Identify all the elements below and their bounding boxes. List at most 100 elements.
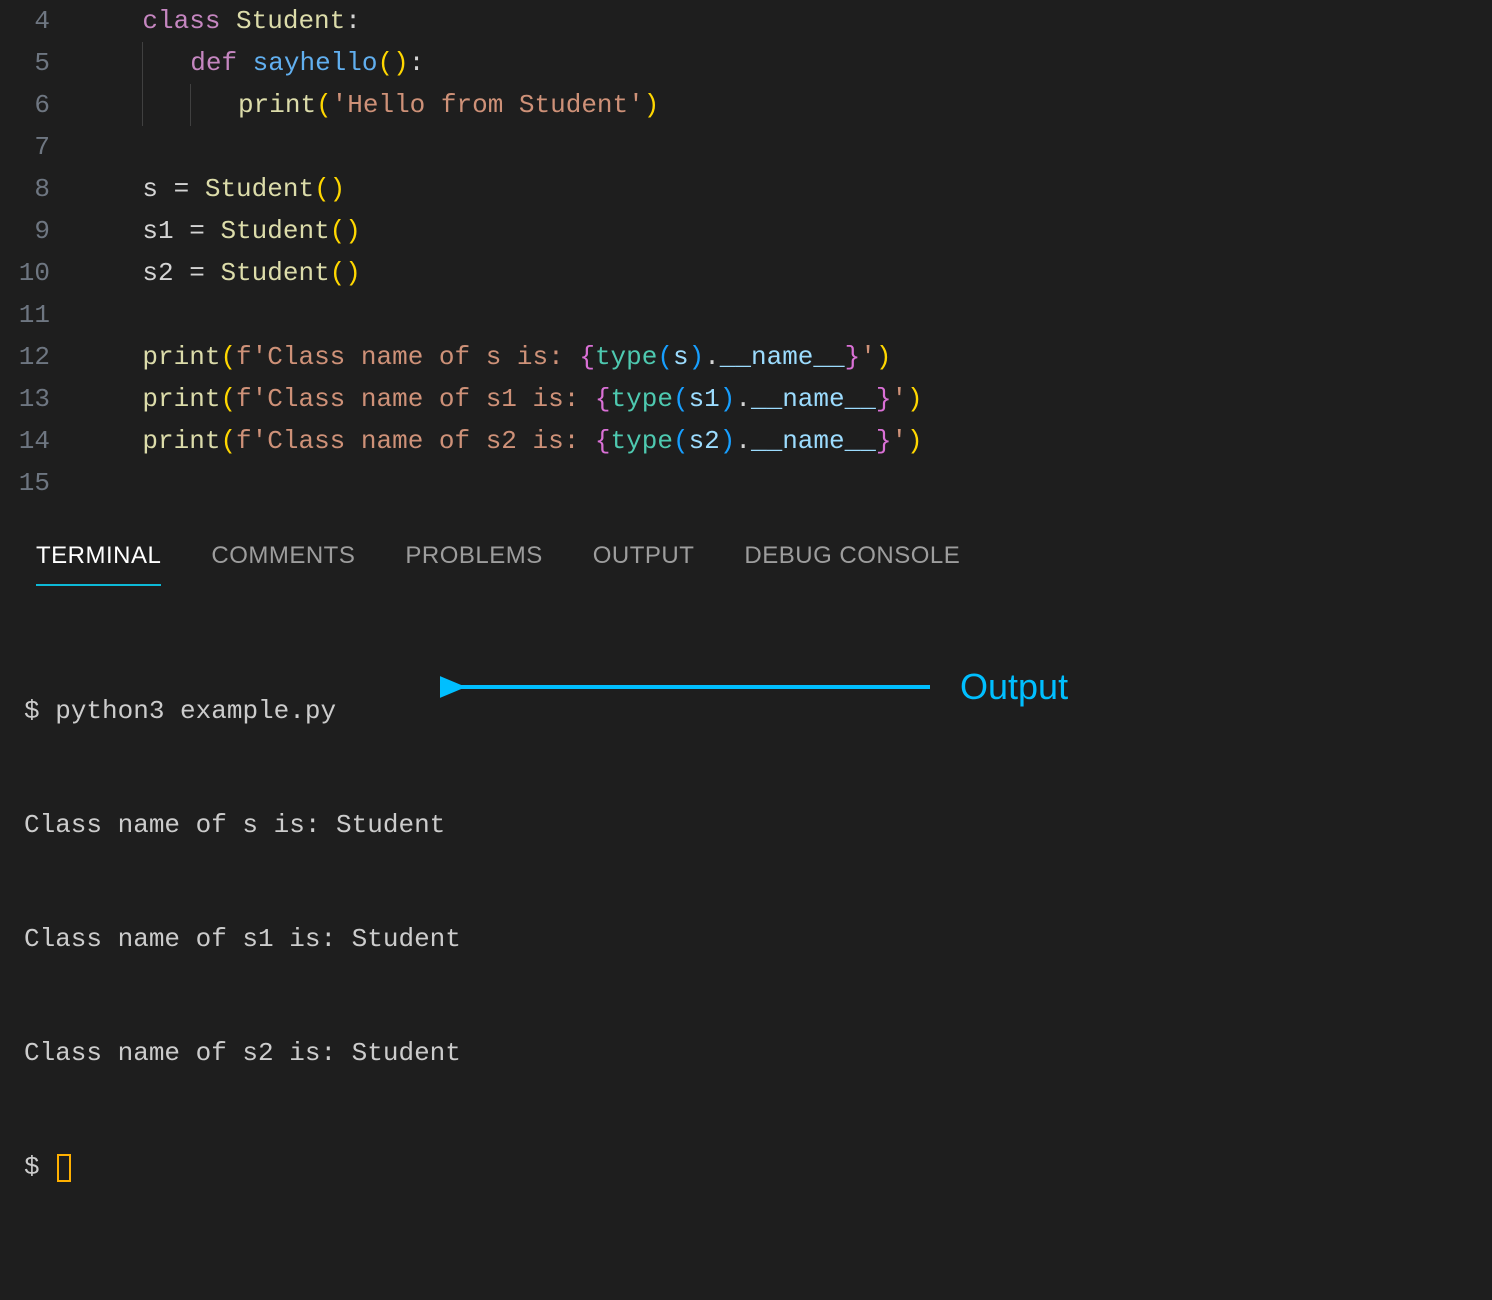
keyword-class: class	[142, 6, 220, 36]
paren-close: )	[720, 426, 736, 456]
colon: :	[345, 6, 361, 36]
paren-open: (	[220, 426, 236, 456]
tab-problems[interactable]: PROBLEMS	[405, 542, 542, 586]
code-line[interactable]: 14 print(f'Class name of s2 is: {type(s2…	[0, 420, 1492, 462]
variable: s1	[142, 216, 173, 246]
variable: s	[142, 174, 158, 204]
code-editor[interactable]: 4 class Student: 5 def sayhello(): 6 pri…	[0, 0, 1492, 504]
terminal-command: python3 example.py	[55, 696, 336, 726]
terminal-panel[interactable]: $ python3 example.py Class name of s is:…	[0, 586, 1492, 1300]
quote: '	[252, 426, 268, 456]
brace-open: {	[595, 426, 611, 456]
builtin-type: type	[611, 384, 673, 414]
code-line[interactable]: 9 s1 = Student()	[0, 210, 1492, 252]
line-number: 13	[0, 378, 80, 420]
code-line[interactable]: 6 print('Hello from Student')	[0, 84, 1492, 126]
code-line[interactable]: 15	[0, 462, 1492, 504]
paren-close: )	[644, 90, 660, 120]
annotation-output: Output	[440, 668, 1068, 706]
classname: Student	[236, 6, 345, 36]
paren-close: )	[330, 174, 346, 204]
operator-eq: =	[174, 216, 221, 246]
paren-open: (	[673, 426, 689, 456]
tab-comments[interactable]: COMMENTS	[211, 542, 355, 586]
paren-close: )	[345, 216, 361, 246]
line-number: 6	[0, 84, 80, 126]
string-literal: Class name of s1 is:	[267, 384, 595, 414]
string-literal: 'Hello from Student'	[332, 90, 644, 120]
operator-eq: =	[158, 174, 205, 204]
tab-terminal[interactable]: TERMINAL	[36, 542, 161, 586]
variable: s	[673, 342, 689, 372]
function-name: sayhello	[253, 48, 378, 78]
annotation-label: Output	[960, 668, 1068, 706]
paren-open: (	[657, 342, 673, 372]
variable: s1	[689, 384, 720, 414]
code-line[interactable]: 12 print(f'Class name of s is: {type(s).…	[0, 336, 1492, 378]
fstring-prefix: f	[236, 426, 252, 456]
arrow-left-icon	[440, 672, 940, 702]
quote: '	[252, 342, 268, 372]
terminal-prompt: $	[24, 696, 55, 726]
terminal-output-line: Class name of s2 is: Student	[24, 1034, 1468, 1072]
code-line[interactable]: 7	[0, 126, 1492, 168]
quote: '	[860, 342, 876, 372]
line-number: 11	[0, 294, 80, 336]
line-number: 8	[0, 168, 80, 210]
fstring-prefix: f	[236, 342, 252, 372]
code-line[interactable]: 4 class Student:	[0, 0, 1492, 42]
brace-close: }	[845, 342, 861, 372]
brace-close: }	[876, 384, 892, 414]
paren-close: )	[907, 426, 923, 456]
builtin-print: print	[238, 90, 316, 120]
classname: Student	[220, 258, 329, 288]
variable: s2	[142, 258, 173, 288]
paren-close: )	[689, 342, 705, 372]
paren-open: (	[673, 384, 689, 414]
fstring-prefix: f	[236, 384, 252, 414]
terminal-line: $	[24, 1148, 1468, 1186]
dunder-name: __name__	[751, 426, 876, 456]
builtin-print: print	[142, 384, 220, 414]
classname: Student	[220, 216, 329, 246]
brace-open: {	[579, 342, 595, 372]
line-number: 12	[0, 336, 80, 378]
terminal-cursor	[57, 1154, 71, 1182]
terminal-prompt: $	[24, 1152, 55, 1182]
paren-close: )	[907, 384, 923, 414]
code-line[interactable]: 11	[0, 294, 1492, 336]
builtin-type: type	[611, 426, 673, 456]
code-line[interactable]: 5 def sayhello():	[0, 42, 1492, 84]
quote: '	[252, 384, 268, 414]
line-number: 4	[0, 0, 80, 42]
line-number: 10	[0, 252, 80, 294]
line-number: 9	[0, 210, 80, 252]
paren-open: (	[220, 342, 236, 372]
colon: :	[409, 48, 425, 78]
dot: .	[704, 342, 720, 372]
line-number: 15	[0, 462, 80, 504]
paren-close: )	[720, 384, 736, 414]
code-line[interactable]: 13 print(f'Class name of s1 is: {type(s1…	[0, 378, 1492, 420]
code-line[interactable]: 8 s = Student()	[0, 168, 1492, 210]
classname: Student	[205, 174, 314, 204]
paren-open: (	[377, 48, 393, 78]
brace-close: }	[876, 426, 892, 456]
builtin-type: type	[595, 342, 657, 372]
panel-tabs: TERMINAL COMMENTS PROBLEMS OUTPUT DEBUG …	[0, 524, 1492, 586]
paren-close: )	[876, 342, 892, 372]
paren-open: (	[314, 174, 330, 204]
terminal-output-line: Class name of s1 is: Student	[24, 920, 1468, 958]
tab-debug-console[interactable]: DEBUG CONSOLE	[744, 542, 960, 586]
code-line[interactable]: 10 s2 = Student()	[0, 252, 1492, 294]
paren-close: )	[393, 48, 409, 78]
quote: '	[891, 384, 907, 414]
dunder-name: __name__	[751, 384, 876, 414]
builtin-print: print	[142, 342, 220, 372]
tab-output[interactable]: OUTPUT	[593, 542, 695, 586]
line-number: 5	[0, 42, 80, 84]
line-number: 14	[0, 420, 80, 462]
paren-open: (	[330, 258, 346, 288]
operator-eq: =	[174, 258, 221, 288]
dot: .	[735, 384, 751, 414]
